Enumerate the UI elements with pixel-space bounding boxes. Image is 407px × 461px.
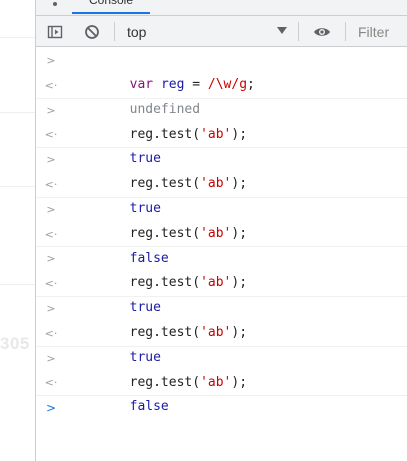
console-input-line[interactable]: > reg.test('ab'); (36, 99, 407, 142)
devtools-tabbar: Console (36, 0, 407, 16)
input-chevron-icon: > (46, 54, 56, 67)
chevron-down-icon[interactable] (277, 27, 287, 34)
input-chevron-icon: > (46, 301, 56, 315)
console-output: > var reg = /\w/g; <· undefined > reg.test(… (36, 49, 407, 421)
toolbar-separator (298, 22, 299, 41)
clear-console-icon[interactable] (84, 24, 100, 40)
console-input-line[interactable]: > reg.test('ab'); (36, 247, 407, 290)
page-divider (0, 186, 35, 187)
console-result-line[interactable]: <· true (36, 272, 407, 315)
result-arrow-icon: <· (44, 177, 58, 191)
console-result-line[interactable]: <· undefined (36, 74, 407, 117)
console-input-line[interactable]: > reg.test('ab'); (36, 198, 407, 241)
input-chevron-icon: > (46, 153, 56, 167)
result-arrow-icon: <· (44, 376, 58, 390)
console-result-line[interactable]: <· true (36, 322, 407, 365)
underlying-page: 305 (0, 0, 35, 461)
toolbar-separator (345, 22, 346, 41)
filter-input[interactable] (356, 22, 407, 42)
eye-icon[interactable] (313, 24, 331, 40)
console-input-line[interactable]: > reg.test('ab'); (36, 148, 407, 191)
active-tab-indicator (72, 12, 150, 14)
console-result-line[interactable]: <· false (36, 223, 407, 266)
prompt-chevron-icon: > (45, 401, 57, 416)
page-partial-number: 305 (0, 334, 30, 353)
input-chevron-icon: > (46, 351, 56, 365)
result-arrow-icon: <· (44, 227, 58, 241)
drawer-menu-icon[interactable] (53, 2, 57, 6)
console-input-line[interactable]: > reg.test('ab'); (36, 297, 407, 340)
console-input-line[interactable]: > var reg = /\w/g; (36, 49, 407, 92)
page-divider (0, 37, 35, 38)
console-prompt[interactable]: > (36, 396, 407, 421)
console-input-line[interactable]: > reg.test('ab'); (36, 347, 407, 390)
sidebar-toggle-icon[interactable] (47, 24, 63, 40)
input-chevron-icon: > (46, 202, 56, 216)
page-divider (0, 112, 35, 113)
toolbar-separator (114, 22, 115, 41)
console-result-line[interactable]: <· false (36, 371, 407, 414)
result-arrow-icon: <· (44, 78, 58, 92)
console-result-line[interactable]: <· true (36, 173, 407, 216)
devtools-panel: Console top Filter > var reg = /\w/g; <·… (35, 0, 407, 461)
input-chevron-icon: > (46, 252, 56, 266)
screen: 305 Console top Filter > var reg = /\w/g… (0, 0, 407, 461)
page-divider (0, 284, 35, 285)
context-selector[interactable]: top (127, 24, 146, 40)
console-result-line[interactable]: <· true (36, 123, 407, 166)
input-chevron-icon: > (46, 103, 56, 117)
result-arrow-icon: <· (44, 277, 58, 291)
result-arrow-icon: <· (44, 326, 58, 340)
result-arrow-icon: <· (44, 128, 58, 142)
console-toolbar: top (36, 16, 407, 47)
